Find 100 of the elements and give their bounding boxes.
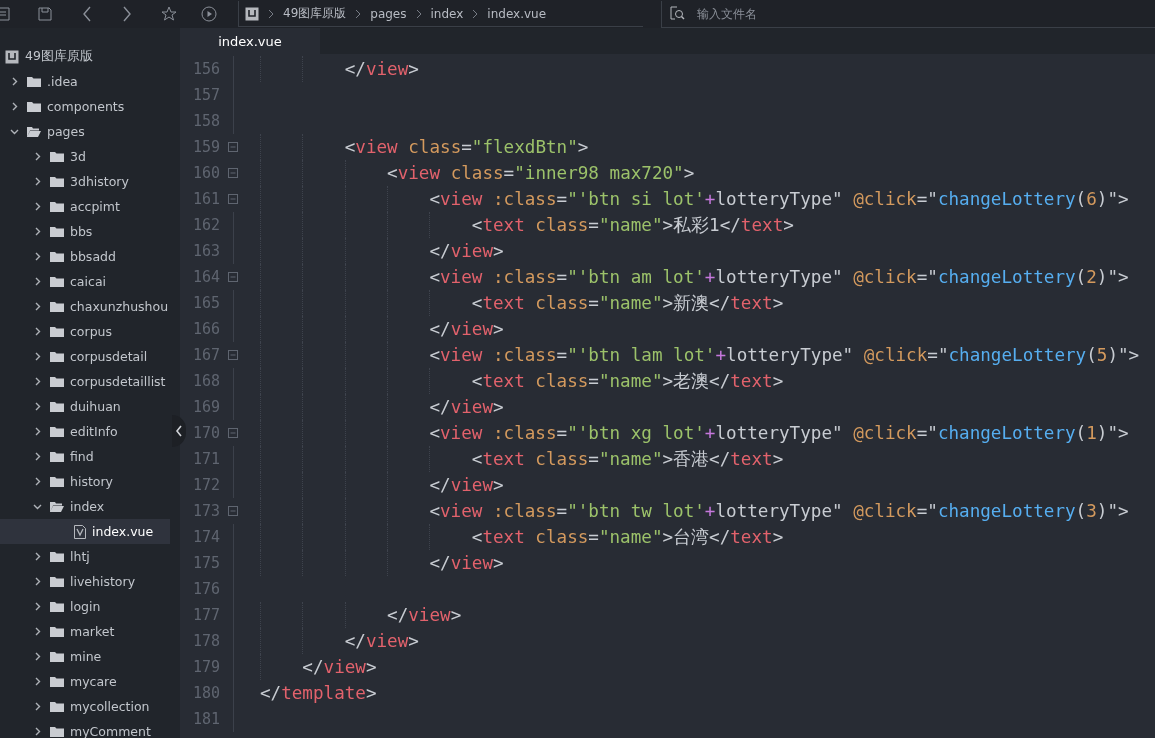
- tree-item[interactable]: 3d: [0, 144, 170, 169]
- chevron-right-icon[interactable]: [10, 102, 19, 111]
- folder-icon: [50, 150, 64, 163]
- tree-item[interactable]: mycollection: [0, 694, 170, 719]
- tree-item[interactable]: index.vue: [0, 519, 170, 544]
- tree-item[interactable]: history: [0, 469, 170, 494]
- fold-toggle-icon[interactable]: [228, 168, 238, 178]
- open-folder-icon: [50, 500, 64, 513]
- breadcrumb-item[interactable]: index: [430, 6, 464, 21]
- save-icon[interactable]: [38, 7, 52, 21]
- folder-icon: [50, 675, 64, 688]
- folder-icon: [50, 275, 64, 288]
- tree-item[interactable]: duihuan: [0, 394, 170, 419]
- chevron-right-icon[interactable]: [33, 277, 42, 286]
- chevron-right-icon[interactable]: [33, 727, 42, 736]
- folder-icon: [50, 200, 64, 213]
- tree-item[interactable]: accpimt: [0, 194, 170, 219]
- folder-icon: [50, 450, 64, 463]
- line-number: 162: [191, 216, 220, 234]
- fold-toggle-icon[interactable]: [228, 142, 238, 152]
- chevron-right-icon[interactable]: [33, 202, 42, 211]
- forward-icon[interactable]: [122, 6, 132, 22]
- tree-item[interactable]: pages: [0, 119, 170, 144]
- chevron-right-icon[interactable]: [33, 652, 42, 661]
- chevron-right-icon: [267, 8, 275, 19]
- tree-item[interactable]: .idea: [0, 69, 170, 94]
- chevron-right-icon[interactable]: [33, 227, 42, 236]
- chevron-right-icon[interactable]: [33, 352, 42, 361]
- breadcrumb-item[interactable]: pages: [370, 6, 407, 21]
- chevron-down-icon[interactable]: [10, 127, 19, 136]
- star-icon[interactable]: [161, 6, 177, 22]
- chevron-right-icon[interactable]: [33, 477, 42, 486]
- fold-toggle-icon[interactable]: [228, 506, 238, 516]
- chevron-right-icon[interactable]: [33, 252, 42, 261]
- tree-item[interactable]: livehistory: [0, 569, 170, 594]
- folder-icon: [50, 375, 64, 388]
- tree-item[interactable]: corpus: [0, 319, 170, 344]
- line-number: 169: [191, 398, 220, 416]
- breadcrumb-item[interactable]: index.vue: [487, 6, 547, 21]
- chevron-right-icon[interactable]: [33, 577, 42, 586]
- file-search-field[interactable]: 输入文件名: [695, 5, 899, 22]
- fold-toggle-icon[interactable]: [228, 428, 238, 438]
- chevron-right-icon[interactable]: [33, 427, 42, 436]
- tree-item[interactable]: 3dhistory: [0, 169, 170, 194]
- code-line: </view>: [260, 602, 462, 628]
- search-icon: [670, 6, 685, 21]
- tree-item[interactable]: mine: [0, 644, 170, 669]
- code-line: <view :class="'btn xg lot'+lotteryType" @click="changeLottery(1)">: [260, 420, 1129, 446]
- chevron-right-icon[interactable]: [33, 327, 42, 336]
- chevron-right-icon[interactable]: [10, 77, 19, 86]
- tree-item[interactable]: lhtj: [0, 544, 170, 569]
- code-line: <view :class="'btn si lot'+lotteryType" @click="changeLottery(6)">: [260, 186, 1129, 212]
- line-number: 164: [191, 268, 220, 286]
- chevron-right-icon: [414, 8, 423, 19]
- chevron-right-icon[interactable]: [33, 302, 42, 311]
- code-line: </view>: [260, 394, 504, 420]
- tree-item[interactable]: bbs: [0, 219, 170, 244]
- play-icon[interactable]: [201, 6, 217, 22]
- tree-item[interactable]: mycare: [0, 669, 170, 694]
- chevron-right-icon[interactable]: [33, 177, 42, 186]
- code-line: </view>: [260, 628, 419, 654]
- tree-item[interactable]: corpusdetail: [0, 344, 170, 369]
- tree-item[interactable]: corpusdetaillist: [0, 369, 170, 394]
- tree-item[interactable]: components: [0, 94, 170, 119]
- fold-toggle-icon[interactable]: [228, 194, 238, 204]
- chevron-right-icon[interactable]: [33, 377, 42, 386]
- chevron-right-icon[interactable]: [33, 602, 42, 611]
- tree-item[interactable]: market: [0, 619, 170, 644]
- chevron-right-icon[interactable]: [33, 452, 42, 461]
- chevron-right-icon[interactable]: [33, 152, 42, 161]
- breadcrumb-item[interactable]: 49图库原版: [283, 5, 347, 22]
- folder-icon: [27, 100, 41, 113]
- line-number: 166: [191, 320, 220, 338]
- chevron-right-icon[interactable]: [33, 627, 42, 636]
- tree-item[interactable]: editInfo: [0, 419, 170, 444]
- chevron-right-icon[interactable]: [33, 402, 42, 411]
- tree-item[interactable]: bbsadd: [0, 244, 170, 269]
- line-number: 165: [191, 294, 220, 312]
- back-icon[interactable]: [82, 6, 92, 22]
- chevron-right-icon[interactable]: [33, 677, 42, 686]
- folder-icon: [50, 575, 64, 588]
- collapse-sidebar-button[interactable]: [172, 415, 186, 447]
- code-line: </view>: [260, 472, 504, 498]
- open-folder-icon: [27, 125, 41, 138]
- chevron-down-icon[interactable]: [33, 502, 42, 511]
- chevron-right-icon[interactable]: [33, 702, 42, 711]
- chevron-right-icon[interactable]: [33, 552, 42, 561]
- code-line: <text class="name">新澳</text>: [260, 290, 784, 316]
- editor-tab[interactable]: index.vue: [180, 28, 320, 54]
- tree-item[interactable]: index: [0, 494, 170, 519]
- tree-item[interactable]: myComment: [0, 719, 170, 738]
- tree-item[interactable]: 49图库原版: [0, 44, 170, 69]
- line-number: 172: [191, 476, 220, 494]
- tree-item[interactable]: login: [0, 594, 170, 619]
- fold-toggle-icon[interactable]: [228, 350, 238, 360]
- folder-icon: [50, 475, 64, 488]
- tree-item[interactable]: find: [0, 444, 170, 469]
- tree-item[interactable]: caicai: [0, 269, 170, 294]
- tree-item[interactable]: chaxunzhushou: [0, 294, 170, 319]
- fold-toggle-icon[interactable]: [228, 272, 238, 282]
